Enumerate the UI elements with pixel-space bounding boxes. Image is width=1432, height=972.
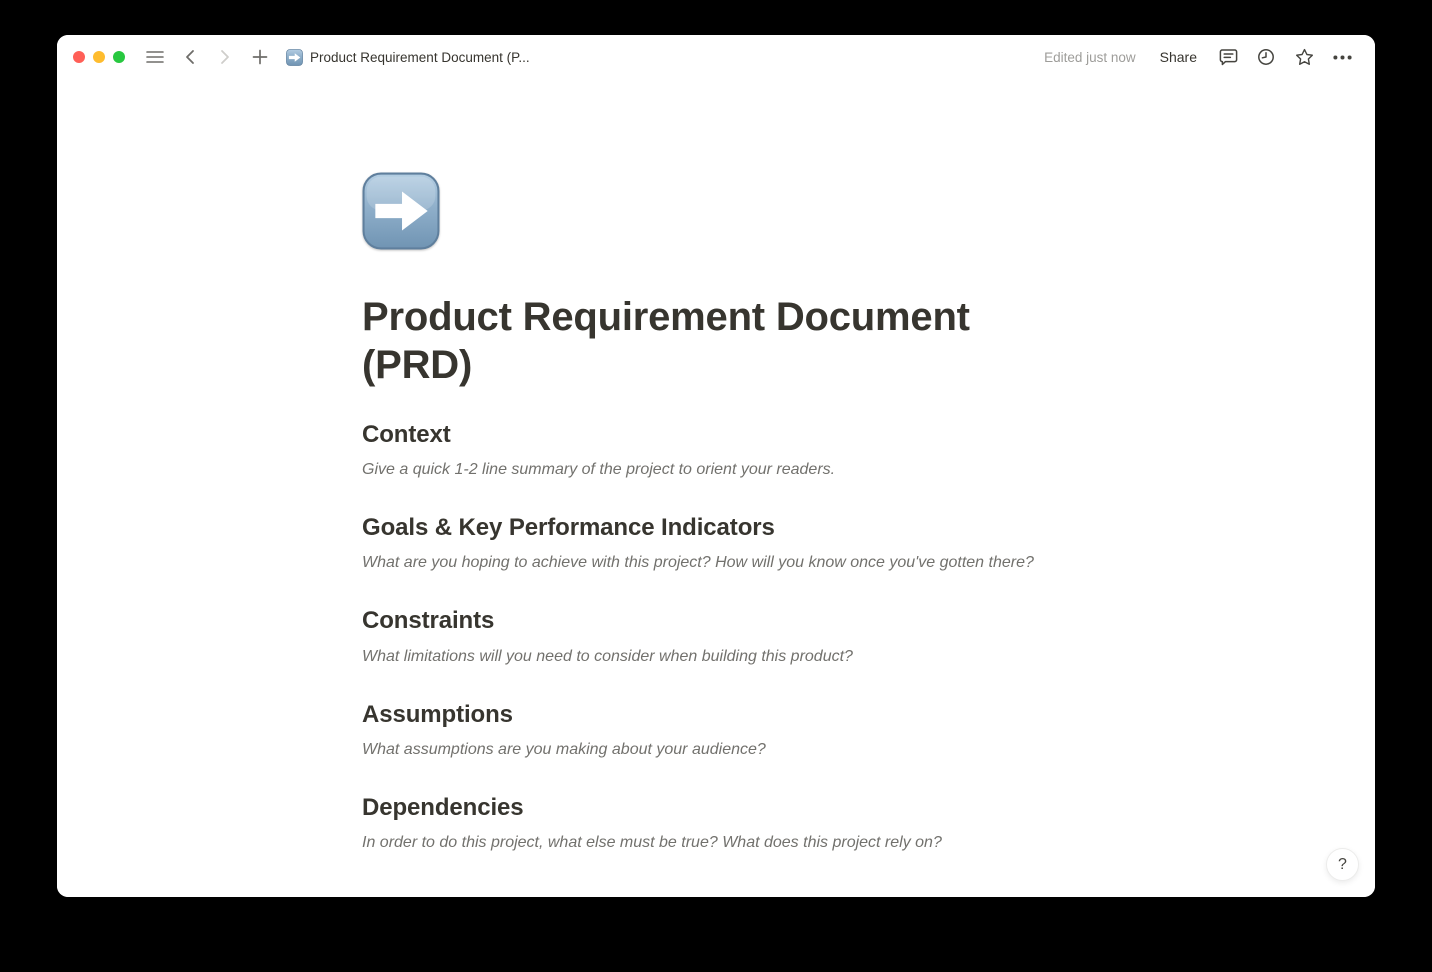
sidebar-toggle-button[interactable]	[142, 44, 168, 70]
minimize-window-button[interactable]	[93, 51, 105, 63]
heading-context[interactable]: Context	[362, 419, 1070, 450]
new-tab-button[interactable]	[247, 44, 273, 70]
star-icon	[1295, 48, 1314, 66]
heading-constraints[interactable]: Constraints	[362, 605, 1070, 636]
nav-forward-button[interactable]	[212, 44, 238, 70]
favorite-button[interactable]	[1291, 44, 1317, 70]
hamburger-menu-icon	[146, 50, 164, 64]
comments-button[interactable]	[1215, 44, 1241, 70]
heading-dependencies[interactable]: Dependencies	[362, 792, 1070, 823]
placeholder-dependencies[interactable]: In order to do this project, what else m…	[362, 831, 1070, 855]
page-icon-right-arrow-emoji[interactable]	[362, 172, 440, 250]
help-button[interactable]: ?	[1326, 848, 1359, 881]
active-tab[interactable]: Product Requirement Document (P...	[286, 49, 530, 66]
placeholder-constraints[interactable]: What limitations will you need to consid…	[362, 645, 1070, 669]
comment-bubble-icon	[1219, 48, 1238, 66]
nav-back-button[interactable]	[177, 44, 203, 70]
placeholder-context[interactable]: Give a quick 1-2 line summary of the pro…	[362, 458, 1070, 482]
share-button[interactable]: Share	[1154, 46, 1203, 68]
tab-title: Product Requirement Document (P...	[310, 50, 530, 65]
page-content[interactable]: Product Requirement Document (PRD) Conte…	[57, 79, 1375, 897]
right-arrow-emoji-icon	[286, 49, 303, 66]
chevron-left-icon	[184, 49, 196, 65]
titlebar: Product Requirement Document (P... Edite…	[57, 35, 1375, 79]
heading-assumptions[interactable]: Assumptions	[362, 699, 1070, 730]
zoom-window-button[interactable]	[113, 51, 125, 63]
edited-status: Edited just now	[1044, 50, 1136, 65]
app-window: Product Requirement Document (P... Edite…	[57, 35, 1375, 897]
clock-icon	[1257, 48, 1275, 66]
chevron-right-icon	[219, 49, 231, 65]
plus-icon	[252, 49, 268, 65]
more-options-button[interactable]	[1329, 44, 1355, 70]
placeholder-goals-kpis[interactable]: What are you hoping to achieve with this…	[362, 551, 1070, 575]
page-title[interactable]: Product Requirement Document (PRD)	[362, 293, 1070, 389]
history-button[interactable]	[1253, 44, 1279, 70]
ellipsis-icon	[1333, 55, 1352, 60]
close-window-button[interactable]	[73, 51, 85, 63]
window-controls	[73, 51, 125, 63]
heading-goals-kpis[interactable]: Goals & Key Performance Indicators	[362, 512, 1070, 543]
placeholder-assumptions[interactable]: What assumptions are you making about yo…	[362, 738, 1070, 762]
